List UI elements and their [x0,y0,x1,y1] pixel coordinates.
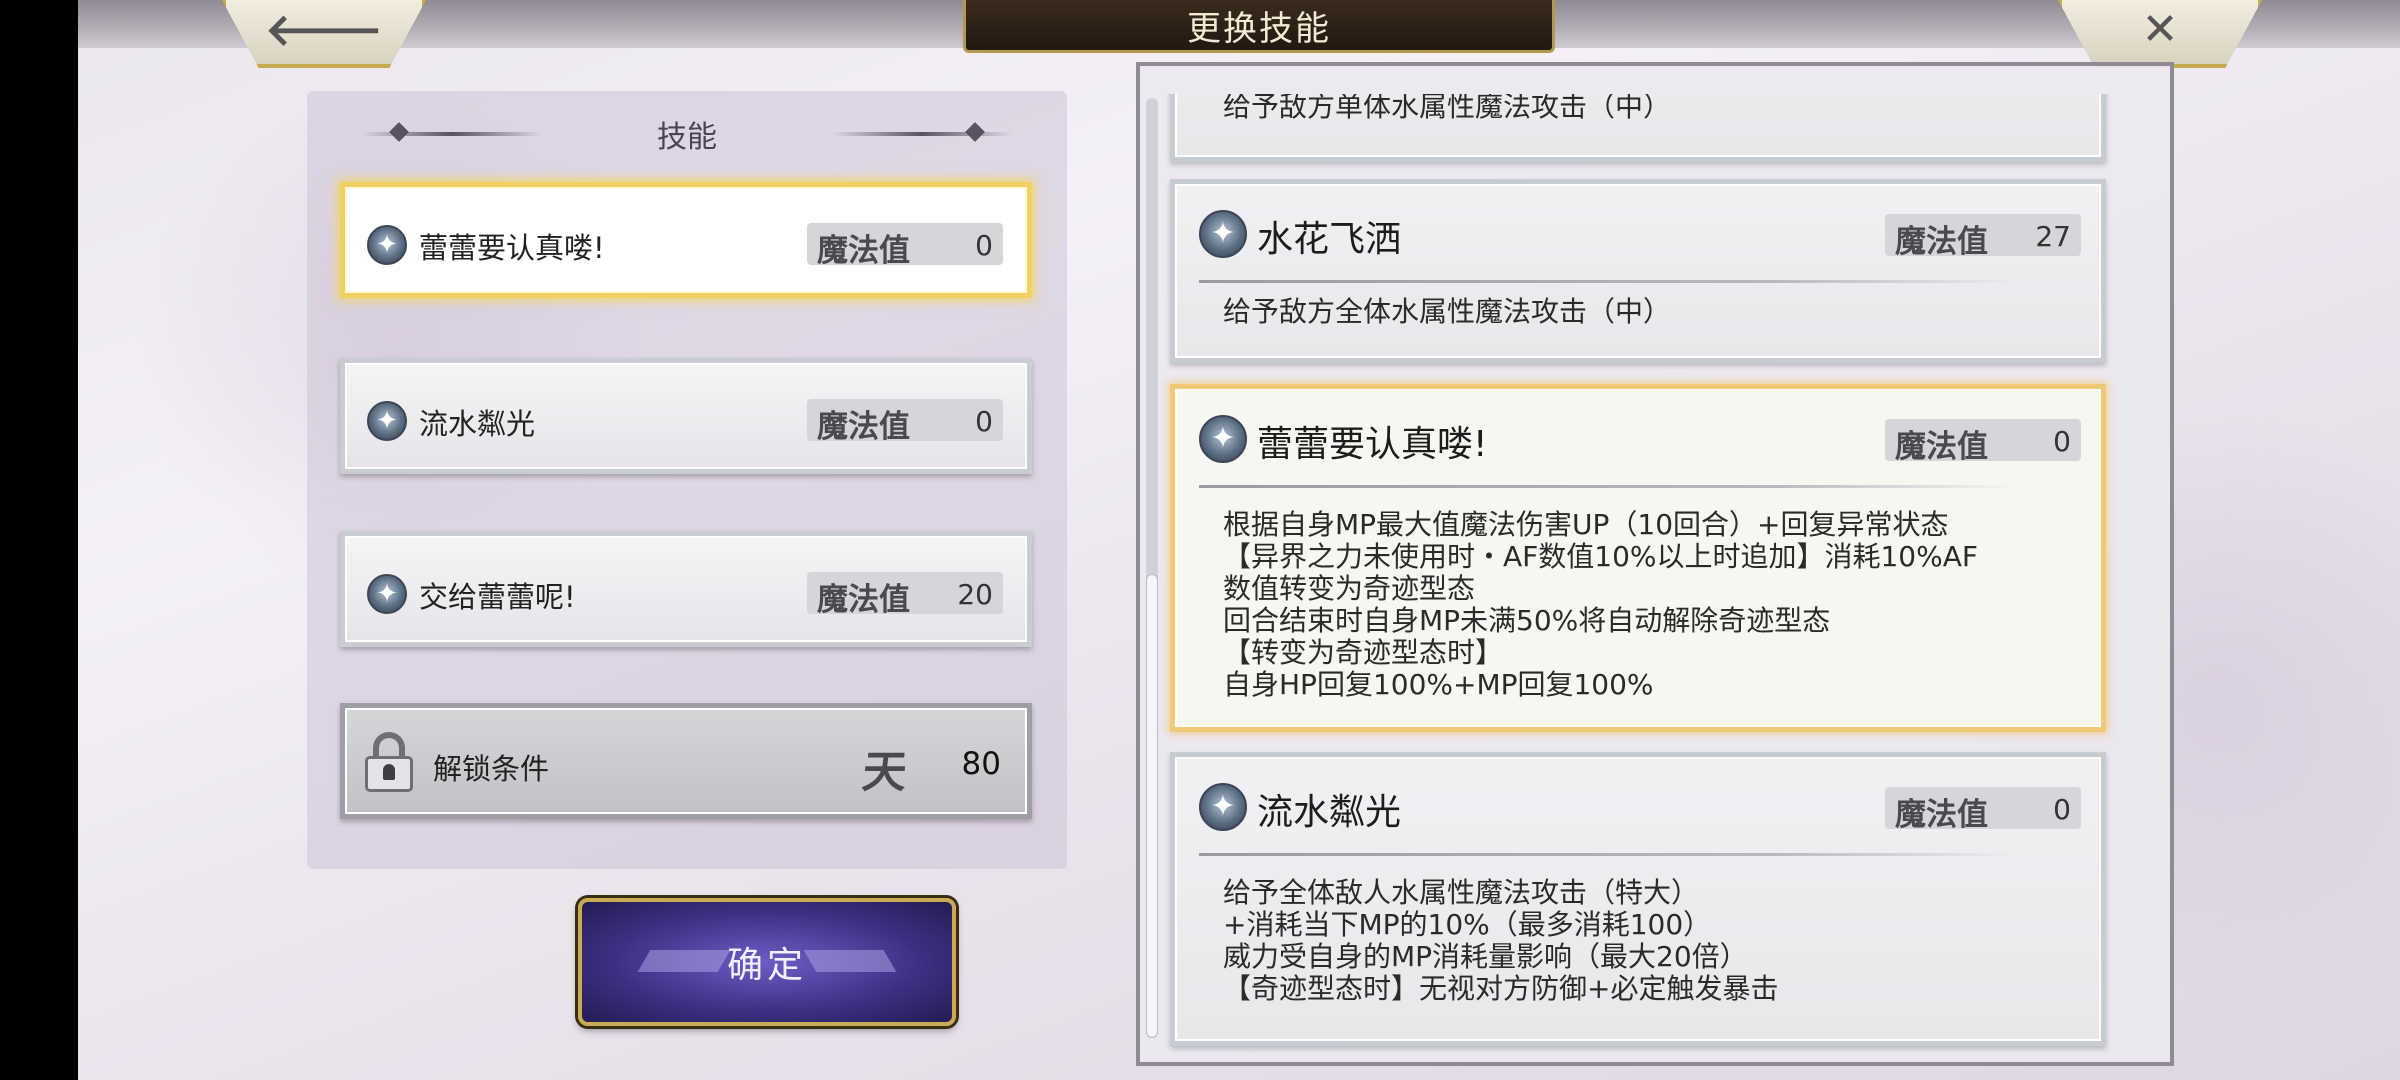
button-ornament [637,950,731,972]
mp-value: 0 [975,405,993,438]
level-glyph-icon: 天 [859,747,910,798]
skill-slot-2[interactable]: 流水粼光 魔法值 0 [340,358,1032,474]
skill-name: 流水粼光 [1257,792,1402,833]
skill-crystal-icon [367,225,407,265]
mp-value: 0 [2053,425,2071,458]
divider [1199,485,2019,488]
locked-skill-slot[interactable]: 解锁条件 天 80 [340,703,1032,819]
screen-title-text: 更换技能 [1187,8,1331,49]
skill-crystal-icon [367,574,407,614]
unlock-condition-label: 解锁条件 [433,752,550,786]
skill-detail-scroll-area: 给予敌方单体水属性魔法攻击（中） 水花飞洒 魔法值 27 给予敌方全体水属性魔法… [1140,94,2140,1066]
scrollbar-thumb[interactable] [1146,574,1158,1038]
skill-crystal-icon [1199,783,1247,831]
game-view: 🡐 ✕ 更换技能 技能 蕾蕾要认真喽! 魔法值 0 流水粼光 [78,0,2400,1080]
mp-label: 魔法值 [1895,224,1988,260]
skill-description: 给予敌方单体水属性魔法攻击（中） [1223,94,1672,123]
skill-name: 蕾蕾要认真喽! [1257,424,1488,465]
screen: 🡐 ✕ 更换技能 技能 蕾蕾要认真喽! 魔法值 0 流水粼光 [0,0,2400,1080]
mp-value: 0 [2053,793,2071,826]
mp-label: 魔法值 [1895,429,1988,465]
divider [1199,853,2019,856]
skill-slot-name: 交给蕾蕾呢! [419,580,576,614]
skill-detail-card-selected[interactable]: 蕾蕾要认真喽! 魔法值 0 根据自身MP最大值魔法伤害UP（10回合）+回复异常… [1170,384,2106,732]
unlock-level-value: 80 [961,746,1001,782]
mp-label: 魔法值 [817,233,910,269]
mp-cost-badge: 魔法值 27 [1885,214,2081,260]
skill-slots-panel: 技能 蕾蕾要认真喽! 魔法值 0 流水粼光 魔法值 0 交给蕾蕾呢! [307,91,1067,869]
mp-value: 0 [975,229,993,262]
mp-cost-badge: 魔法值 20 [807,572,1003,618]
mp-label: 魔法值 [817,582,910,618]
skill-slot-name: 流水粼光 [419,407,536,441]
mp-value: 20 [957,578,993,611]
confirm-button[interactable]: 确定 [578,898,956,1026]
back-button[interactable]: 🡐 [222,0,426,68]
button-ornament [803,950,897,972]
skill-detail-list[interactable]: 给予敌方单体水属性魔法攻击（中） 水花飞洒 魔法值 27 给予敌方全体水属性魔法… [1136,62,2174,1066]
skill-slot-1[interactable]: 蕾蕾要认真喽! 魔法值 0 [340,182,1032,298]
skill-name: 水花飞洒 [1257,219,1402,260]
skill-panel-title: 技能 [657,120,717,155]
mp-label: 魔法值 [817,409,910,445]
mp-cost-badge: 魔法值 0 [807,223,1003,269]
close-button[interactable]: ✕ [2058,0,2262,68]
skill-detail-card[interactable]: 流水粼光 魔法值 0 给予全体敌人水属性魔法攻击（特大） +消耗当下MP的10%… [1170,752,2106,1046]
skill-crystal-icon [1199,415,1247,463]
skill-description: 给予敌方全体水属性魔法攻击（中） [1223,295,1672,328]
mp-cost-badge: 魔法值 0 [1885,419,2081,465]
mp-value: 27 [2035,220,2071,253]
back-arrow-icon: 🡐 [265,5,383,56]
skill-crystal-icon [1199,210,1247,258]
mp-cost-badge: 魔法值 0 [1885,787,2081,833]
skill-detail-card[interactable]: 水花飞洒 魔法值 27 给予敌方全体水属性魔法攻击（中） [1170,179,2106,363]
divider [1199,280,2019,283]
screen-title: 更换技能 [963,0,1555,53]
skill-slot-name: 蕾蕾要认真喽! [419,231,605,265]
lock-icon [365,732,417,792]
mp-label: 魔法值 [1895,797,1988,833]
skill-description: 给予全体敌人水属性魔法攻击（特大） +消耗当下MP的10%（最多消耗100） 威… [1223,876,1779,1005]
confirm-label: 确定 [726,945,807,986]
close-icon: ✕ [2141,3,2179,55]
skill-slot-3[interactable]: 交给蕾蕾呢! 魔法值 20 [340,531,1032,647]
skill-description: 根据自身MP最大值魔法伤害UP（10回合）+回复异常状态 【异界之力未使用时・A… [1223,508,1978,701]
skill-detail-card[interactable]: 给予敌方单体水属性魔法攻击（中） [1170,94,2106,162]
skill-crystal-icon [367,401,407,441]
mp-cost-badge: 魔法值 0 [807,399,1003,445]
